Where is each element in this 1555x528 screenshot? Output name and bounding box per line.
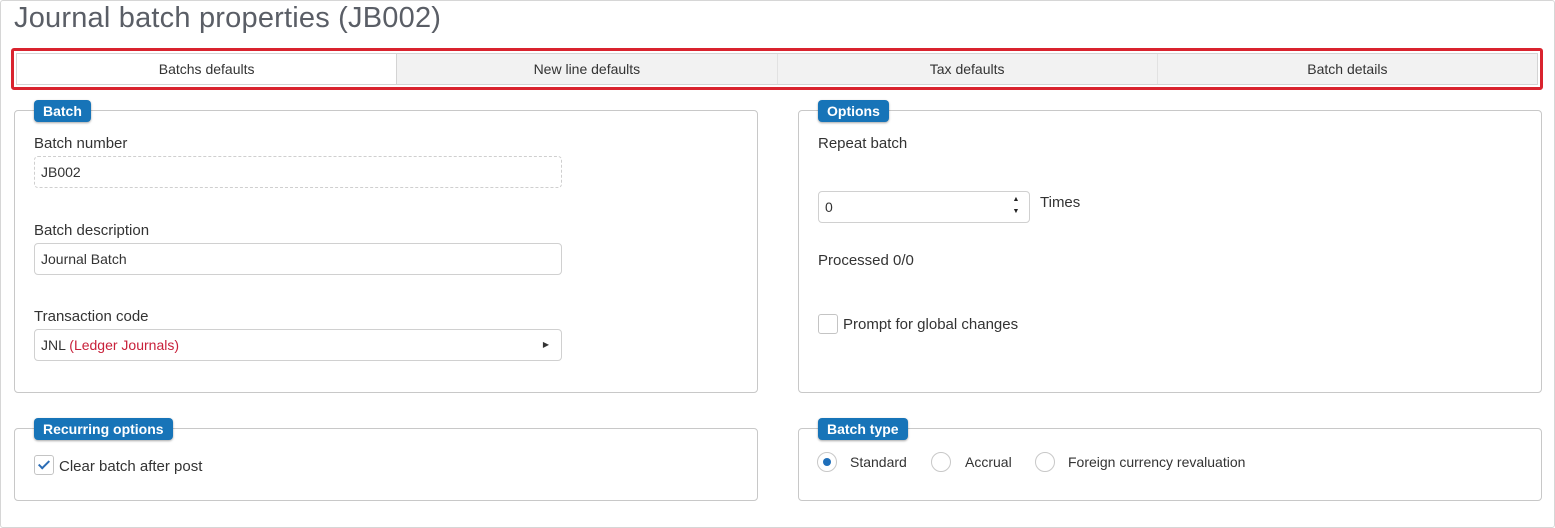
tab-batchs-defaults[interactable]: Batchs defaults [17, 54, 397, 84]
caret-right-icon: ▶ [542, 340, 549, 349]
clear-batch-label: Clear batch after post [59, 458, 203, 475]
transaction-code-name: (Ledger Journals) [69, 337, 180, 353]
radio-foreign-currency-revaluation[interactable] [1035, 452, 1055, 472]
batch-description-input[interactable]: Journal Batch [34, 243, 562, 275]
batch-number-label: Batch number [34, 135, 128, 152]
spin-arrows-icon[interactable]: ▲ ▼ [1011, 194, 1021, 220]
batch-number-field: JB002 [34, 156, 562, 188]
batch-legend: Batch [34, 100, 91, 122]
batch-description-label: Batch description [34, 222, 150, 239]
batch-type-legend: Batch type [818, 418, 908, 440]
radio-accrual-label: Accrual [965, 454, 1012, 470]
page-title: Journal batch properties (JB002) [14, 2, 442, 34]
tab-tax-defaults[interactable]: Tax defaults [776, 54, 1157, 84]
transaction-code-label: Transaction code [34, 308, 149, 325]
times-label: Times [1040, 194, 1081, 211]
tab-bar: Batchs defaults New line defaults Tax de… [16, 53, 1538, 85]
clear-batch-checkbox[interactable] [34, 455, 54, 475]
radio-selected-dot [823, 458, 831, 466]
processed-label: Processed 0/0 [818, 252, 914, 269]
options-legend: Options [818, 100, 889, 122]
tab-new-line-defaults[interactable]: New line defaults [396, 54, 776, 84]
repeat-batch-value: 0 [825, 199, 833, 215]
radio-foreign-currency-revaluation-label: Foreign currency revaluation [1068, 454, 1246, 470]
prompt-global-changes-label: Prompt for global changes [843, 316, 1019, 333]
transaction-code-select[interactable]: JNL (Ledger Journals) ▶ [34, 329, 562, 361]
prompt-global-changes-checkbox[interactable] [818, 314, 838, 334]
radio-accrual[interactable] [931, 452, 951, 472]
recurring-options-legend: Recurring options [34, 418, 173, 440]
tab-batch-details[interactable]: Batch details [1156, 54, 1537, 84]
radio-standard-label: Standard [850, 454, 907, 470]
repeat-batch-stepper[interactable]: 0 ▲ ▼ [818, 191, 1030, 223]
repeat-batch-label: Repeat batch [818, 135, 908, 152]
radio-standard[interactable] [817, 452, 837, 472]
check-icon [37, 457, 51, 470]
transaction-code-value: JNL [41, 337, 66, 353]
